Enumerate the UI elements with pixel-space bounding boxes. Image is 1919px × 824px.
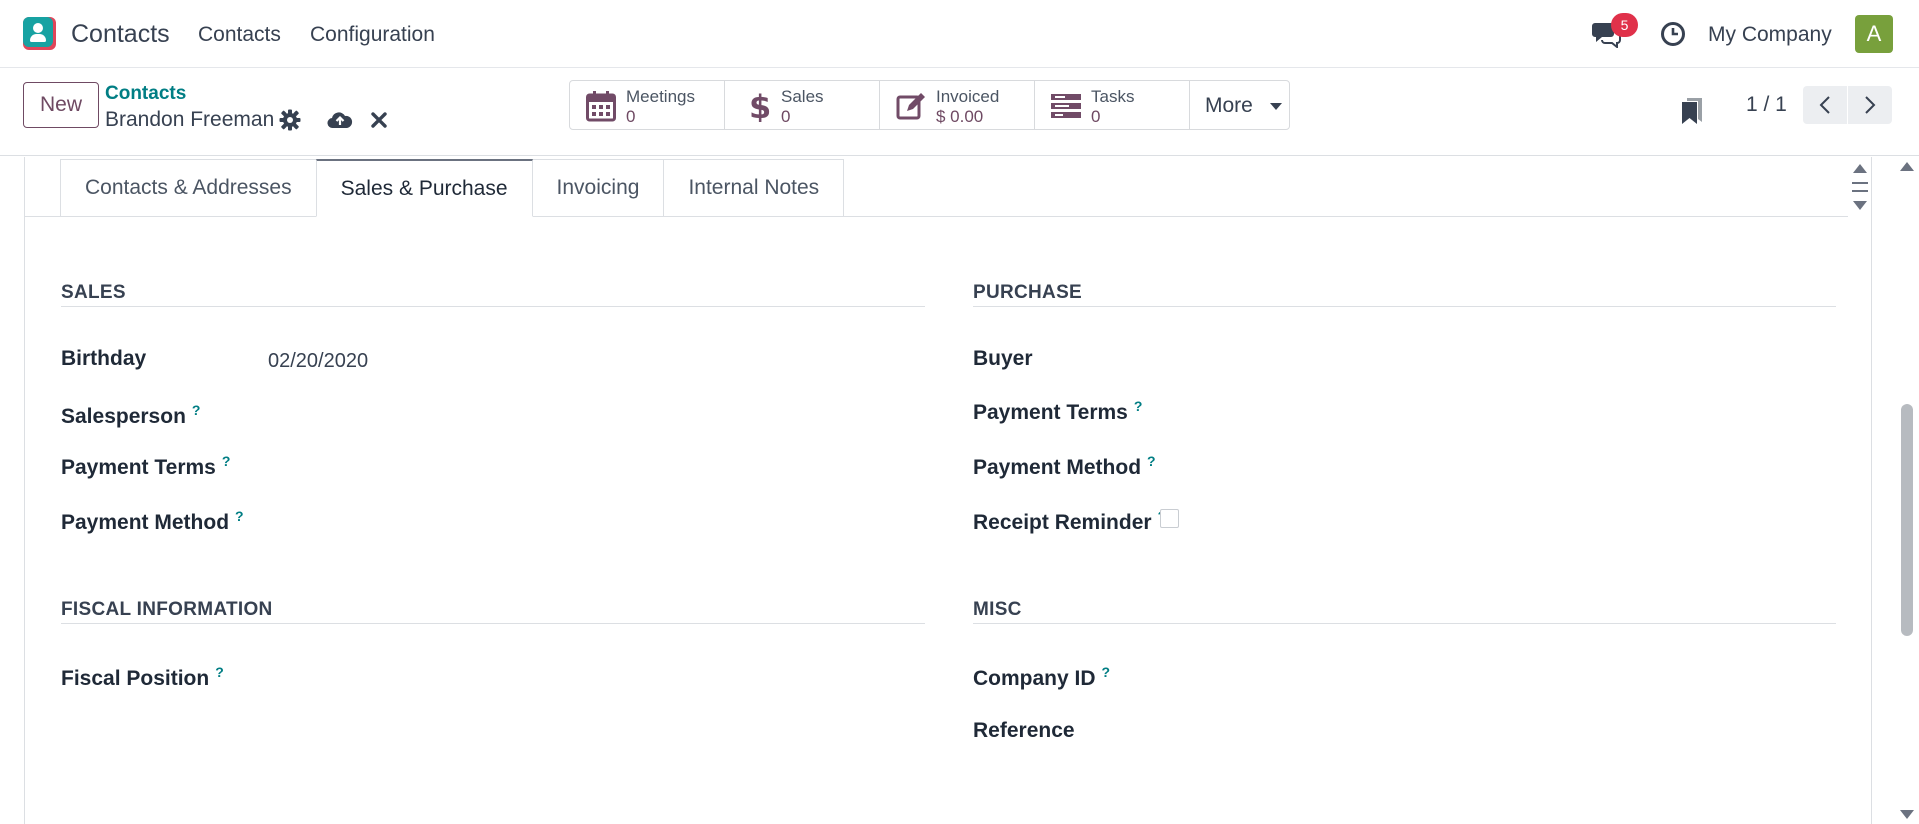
- invoiced-smart-button[interactable]: Invoiced $ 0.00: [879, 80, 1035, 130]
- sales-label: Sales: [781, 87, 824, 106]
- app-name[interactable]: Contacts: [71, 20, 170, 49]
- sales-smart-button[interactable]: $ Sales 0: [724, 80, 880, 130]
- tab-sales-purchase[interactable]: Sales & Purchase: [315, 159, 533, 217]
- help-icon[interactable]: ?: [1147, 453, 1156, 469]
- sales-count: 0: [781, 107, 791, 126]
- breadcrumb-contacts[interactable]: Contacts: [105, 83, 186, 105]
- invoiced-amount: $ 0.00: [936, 107, 984, 126]
- birthday-label: Birthday: [61, 347, 147, 370]
- scrollbar-thumb[interactable]: [1901, 404, 1913, 636]
- pager-previous-button[interactable]: [1803, 86, 1847, 124]
- tasks-label: Tasks: [1091, 87, 1135, 106]
- tabs-scroll-down-icon[interactable]: [1853, 201, 1867, 210]
- chevron-right-icon: [1865, 96, 1876, 114]
- tasks-smart-button[interactable]: Tasks 0: [1034, 80, 1190, 130]
- person-icon-head: [33, 23, 43, 33]
- meetings-count: 0: [626, 107, 636, 126]
- chevron-left-icon: [1819, 96, 1830, 114]
- tab-internal-notes[interactable]: Internal Notes: [663, 159, 845, 217]
- notebook-tabs: Contacts & Addresses Sales & Purchase In…: [60, 159, 845, 217]
- receipt-reminder-checkbox[interactable]: [1160, 509, 1179, 528]
- new-button[interactable]: New: [23, 82, 99, 128]
- fiscal-section-title: FISCAL INFORMATION: [61, 599, 273, 620]
- tabs-scroll-handle[interactable]: [1852, 182, 1868, 184]
- more-dropdown-button[interactable]: More: [1189, 80, 1290, 130]
- calendar-icon: [586, 91, 616, 122]
- receipt-reminder-label: Receipt Reminder?: [973, 508, 1166, 535]
- misc-section-title: MISC: [973, 599, 1022, 620]
- pager-next-button[interactable]: [1848, 86, 1892, 124]
- menu-configuration[interactable]: Configuration: [310, 23, 435, 47]
- contacts-app-icon[interactable]: [23, 17, 56, 50]
- meetings-label: Meetings: [626, 87, 695, 106]
- dollar-icon: $: [749, 90, 771, 122]
- clock-icon[interactable]: [1660, 21, 1686, 47]
- form-sheet: [24, 157, 1872, 824]
- meetings-smart-button[interactable]: Meetings 0: [569, 80, 725, 130]
- svg-text:$: $: [749, 90, 771, 122]
- edit-icon: [896, 93, 925, 120]
- tasks-count: 0: [1091, 107, 1101, 126]
- birthday-field[interactable]: 02/20/2020: [268, 350, 368, 373]
- message-count-badge: 5: [1611, 13, 1638, 37]
- top-navbar: Contacts Contacts Configuration 5 My Com…: [0, 0, 1919, 68]
- more-label: More: [1205, 94, 1253, 117]
- menu-contacts[interactable]: Contacts: [198, 23, 281, 47]
- sales-payment-method-label: Payment Method?: [61, 508, 244, 534]
- tabs-scroll-up-icon[interactable]: [1853, 164, 1867, 173]
- tab-invoicing[interactable]: Invoicing: [531, 159, 665, 217]
- help-icon[interactable]: ?: [215, 664, 224, 680]
- user-avatar[interactable]: A: [1855, 15, 1893, 53]
- tabs-scroll-handle-line: [1852, 190, 1868, 192]
- purchase-payment-terms-label: Payment Terms?: [973, 398, 1143, 424]
- scrollbar-down-arrow[interactable]: [1900, 810, 1914, 819]
- sales-payment-terms-label: Payment Terms?: [61, 453, 231, 479]
- scrollbar-up-arrow[interactable]: [1900, 162, 1914, 171]
- purchase-section-divider: [973, 306, 1836, 307]
- help-icon[interactable]: ?: [235, 508, 244, 524]
- gear-icon[interactable]: [279, 109, 301, 131]
- fiscal-section-divider: [61, 623, 925, 624]
- buyer-label: Buyer: [973, 347, 1033, 370]
- sales-section-title: SALES: [61, 282, 126, 303]
- help-icon[interactable]: ?: [192, 402, 201, 418]
- record-name: Brandon Freeman: [105, 108, 275, 131]
- help-icon[interactable]: ?: [222, 453, 231, 469]
- tab-contacts-addresses[interactable]: Contacts & Addresses: [60, 159, 317, 217]
- bookmark-icon[interactable]: [1679, 96, 1705, 126]
- control-panel: New Contacts Brandon Freeman Meetings 0 …: [0, 68, 1919, 156]
- help-icon[interactable]: ?: [1102, 664, 1111, 680]
- save-cloud-icon[interactable]: [327, 108, 353, 132]
- person-icon-body: [30, 34, 46, 42]
- misc-section-divider: [973, 623, 1836, 624]
- contacts-app-icon-inner: [23, 17, 53, 47]
- invoiced-label: Invoiced: [936, 87, 1000, 106]
- smart-buttons: Meetings 0 $ Sales 0 Invoiced $ 0.00 Tas…: [569, 80, 1290, 130]
- sales-section-divider: [61, 306, 925, 307]
- caret-down-icon: [1270, 103, 1282, 110]
- help-icon[interactable]: ?: [1134, 398, 1143, 414]
- salesperson-label: Salesperson?: [61, 402, 201, 428]
- discard-icon[interactable]: [369, 110, 389, 130]
- purchase-section-title: PURCHASE: [973, 282, 1083, 303]
- pager-value[interactable]: 1 / 1: [1746, 93, 1787, 117]
- company-switcher[interactable]: My Company: [1708, 23, 1832, 47]
- fiscal-position-label: Fiscal Position?: [61, 664, 224, 690]
- tasks-icon: [1051, 94, 1081, 118]
- company-id-label: Company ID?: [973, 664, 1111, 690]
- purchase-payment-method-label: Payment Method?: [973, 453, 1156, 479]
- reference-label: Reference: [973, 719, 1075, 742]
